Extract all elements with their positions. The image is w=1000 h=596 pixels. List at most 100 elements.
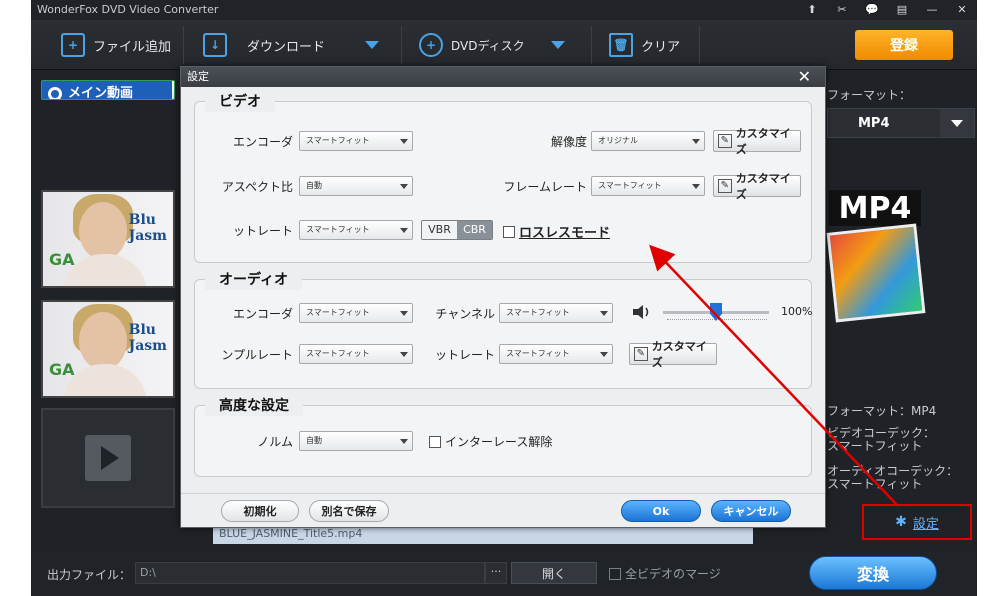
window-controls: ⬆ ✂ 💬 ▤ — ✕ bbox=[797, 0, 977, 20]
browse-button[interactable]: ··· bbox=[485, 562, 507, 584]
chat-icon[interactable]: 💬 bbox=[857, 0, 887, 20]
ok-button[interactable]: Ok bbox=[621, 500, 701, 522]
audio-encoder-value: スマートフィット bbox=[306, 308, 370, 317]
register-button[interactable]: 登録 bbox=[855, 30, 953, 60]
logo-graphic: Blu Jasm bbox=[128, 322, 167, 354]
close-window-button[interactable]: ✕ bbox=[947, 0, 977, 20]
output-path-field[interactable]: D:\ bbox=[135, 562, 485, 584]
thumbnail-main[interactable]: メイン動画 bbox=[41, 80, 175, 100]
add-file-button[interactable]: + ファイル追加 bbox=[61, 32, 171, 58]
channel-label: チャンネル bbox=[435, 307, 495, 321]
settings-dialog: 設定 ✕ ビデオ エンコーダ スマートフィット 解像度 オリジナル ✎ カスタマイ… bbox=[180, 66, 826, 528]
deinterlace-checkbox[interactable]: インターレース解除 bbox=[429, 433, 552, 450]
aspect-ratio-select[interactable]: 自動 bbox=[299, 176, 413, 196]
video-encoder-label: エンコーダ bbox=[232, 135, 293, 149]
volume-icon[interactable] bbox=[631, 303, 653, 321]
toolbar-divider bbox=[183, 26, 184, 64]
resolution-select[interactable]: オリジナル bbox=[591, 131, 705, 151]
output-label: 出力ファイル： bbox=[47, 568, 132, 582]
reset-button[interactable]: 初期化 bbox=[221, 500, 299, 522]
output-format-pane: フォーマット： MP4 MP4 フォーマット：MP4 ビデオコーデック： スマー… bbox=[826, 80, 977, 545]
open-button[interactable]: 開く bbox=[511, 562, 597, 584]
customize-label: カスタマイズ bbox=[651, 340, 707, 369]
lossless-checkbox[interactable]: ロスレスモード bbox=[503, 222, 610, 241]
dvd-dropdown-icon[interactable] bbox=[550, 41, 565, 49]
format-selector[interactable]: MP4 bbox=[827, 108, 975, 138]
frame-rate-select[interactable]: スマートフィット bbox=[591, 176, 705, 196]
tools-icon[interactable]: ✂ bbox=[827, 0, 857, 20]
info-audio-codec: オーディオコーデック： スマートフィット bbox=[827, 464, 959, 491]
checkbox-icon[interactable] bbox=[609, 567, 621, 580]
info-video-codec: ビデオコーデック： スマートフィット bbox=[827, 426, 936, 453]
checkbox-icon[interactable] bbox=[429, 435, 441, 448]
chevron-down-icon bbox=[400, 228, 408, 233]
video-encoder-value: スマートフィット bbox=[306, 136, 370, 145]
thumbnail-clip-2[interactable]: Blu Jasm GA bbox=[41, 300, 175, 398]
add-file-icon: + bbox=[61, 33, 85, 57]
video-group-title: ビデオ bbox=[205, 92, 275, 112]
clear-button[interactable]: 🗑 クリア bbox=[609, 32, 680, 58]
frame-rate-value: スマートフィット bbox=[598, 181, 662, 190]
customize-label: カスタマイズ bbox=[735, 172, 791, 201]
mp4-format-art: MP4 bbox=[826, 190, 926, 323]
audio-encoder-select[interactable]: スマートフィット bbox=[299, 303, 413, 323]
audio-customize-button[interactable]: ✎ カスタマイズ bbox=[629, 340, 717, 369]
merge-checkbox[interactable]: 全ビデオのマージ bbox=[609, 565, 721, 582]
chevron-down-icon bbox=[692, 139, 700, 144]
channel-select[interactable]: スマートフィット bbox=[499, 303, 613, 323]
norm-select[interactable]: 自動 bbox=[299, 431, 413, 451]
format-value: MP4 bbox=[858, 115, 890, 131]
deinterlace-label: インターレース解除 bbox=[445, 435, 553, 449]
settings-link[interactable]: ✱ 設定 bbox=[862, 504, 972, 540]
toolbar-divider bbox=[591, 26, 592, 64]
download-dropdown-icon[interactable] bbox=[365, 41, 380, 49]
channel-value: スマートフィット bbox=[506, 308, 570, 317]
chevron-down-icon bbox=[692, 184, 700, 189]
thumbnail-clip-1[interactable]: Blu Jasm GA bbox=[41, 190, 175, 288]
convert-button[interactable]: 変換 bbox=[809, 556, 937, 590]
preview-player[interactable] bbox=[41, 408, 175, 508]
minimize-button[interactable]: — bbox=[917, 0, 947, 20]
resolution-label: 解像度 bbox=[550, 135, 587, 149]
norm-label: ノルム bbox=[257, 435, 293, 449]
cancel-button[interactable]: キャンセル bbox=[711, 500, 791, 522]
sample-rate-label: ンプルレート bbox=[221, 348, 293, 362]
advanced-group-title: 高度な設定 bbox=[205, 396, 303, 416]
resolution-customize-button[interactable]: ✎ カスタマイズ bbox=[713, 127, 801, 156]
checkbox-icon[interactable] bbox=[503, 225, 515, 238]
gear-icon: ✱ bbox=[895, 514, 907, 530]
frame-rate-label: フレームレート bbox=[503, 180, 587, 194]
volume-value: 100% bbox=[781, 305, 813, 318]
main-video-tag[interactable]: メイン動画 bbox=[42, 81, 172, 99]
close-icon[interactable]: ✕ bbox=[798, 67, 811, 87]
logo-graphic: GA bbox=[49, 360, 75, 379]
settings-link-label: 設定 bbox=[912, 516, 939, 532]
edit-icon: ✎ bbox=[718, 179, 732, 193]
audio-bitrate-select[interactable]: スマートフィット bbox=[499, 344, 613, 364]
bottom-bar: 出力ファイル： D:\ ··· 開く 全ビデオのマージ 変換 bbox=[31, 548, 977, 596]
video-bitrate-select[interactable]: スマートフィット bbox=[299, 220, 413, 240]
upload-icon[interactable]: ⬆ bbox=[797, 0, 827, 20]
chevron-down-icon[interactable] bbox=[940, 109, 974, 137]
cbr-option[interactable]: CBR bbox=[457, 221, 492, 239]
clear-label: クリア bbox=[641, 39, 681, 55]
customize-label: カスタマイズ bbox=[735, 127, 791, 156]
bitrate-mode-toggle[interactable]: VBR CBR bbox=[421, 220, 493, 240]
balloon-image bbox=[826, 223, 926, 323]
video-encoder-select[interactable]: スマートフィット bbox=[299, 131, 413, 151]
edit-icon: ✎ bbox=[718, 134, 732, 148]
dvd-disc-button[interactable]: + DVDディスク bbox=[419, 32, 565, 58]
download-button[interactable]: ↓ ダウンロード bbox=[203, 32, 380, 58]
play-icon[interactable] bbox=[85, 435, 131, 481]
vbr-option[interactable]: VBR bbox=[422, 221, 457, 239]
mp4-art-label: MP4 bbox=[829, 190, 921, 226]
dialog-button-bar: 初期化 別名で保存 Ok キャンセル bbox=[181, 493, 825, 527]
menu-icon[interactable]: ▤ bbox=[887, 0, 917, 20]
save-as-button[interactable]: 別名で保存 bbox=[309, 500, 389, 522]
window-title: WonderFox DVD Video Converter bbox=[37, 3, 219, 16]
sample-rate-select[interactable]: スマートフィット bbox=[299, 344, 413, 364]
portrait-image: Blu Jasm GA bbox=[43, 192, 173, 286]
audio-bitrate-label: ットレート bbox=[434, 348, 495, 362]
frame-rate-customize-button[interactable]: ✎ カスタマイズ bbox=[713, 172, 801, 201]
trash-icon: 🗑 bbox=[609, 33, 633, 57]
